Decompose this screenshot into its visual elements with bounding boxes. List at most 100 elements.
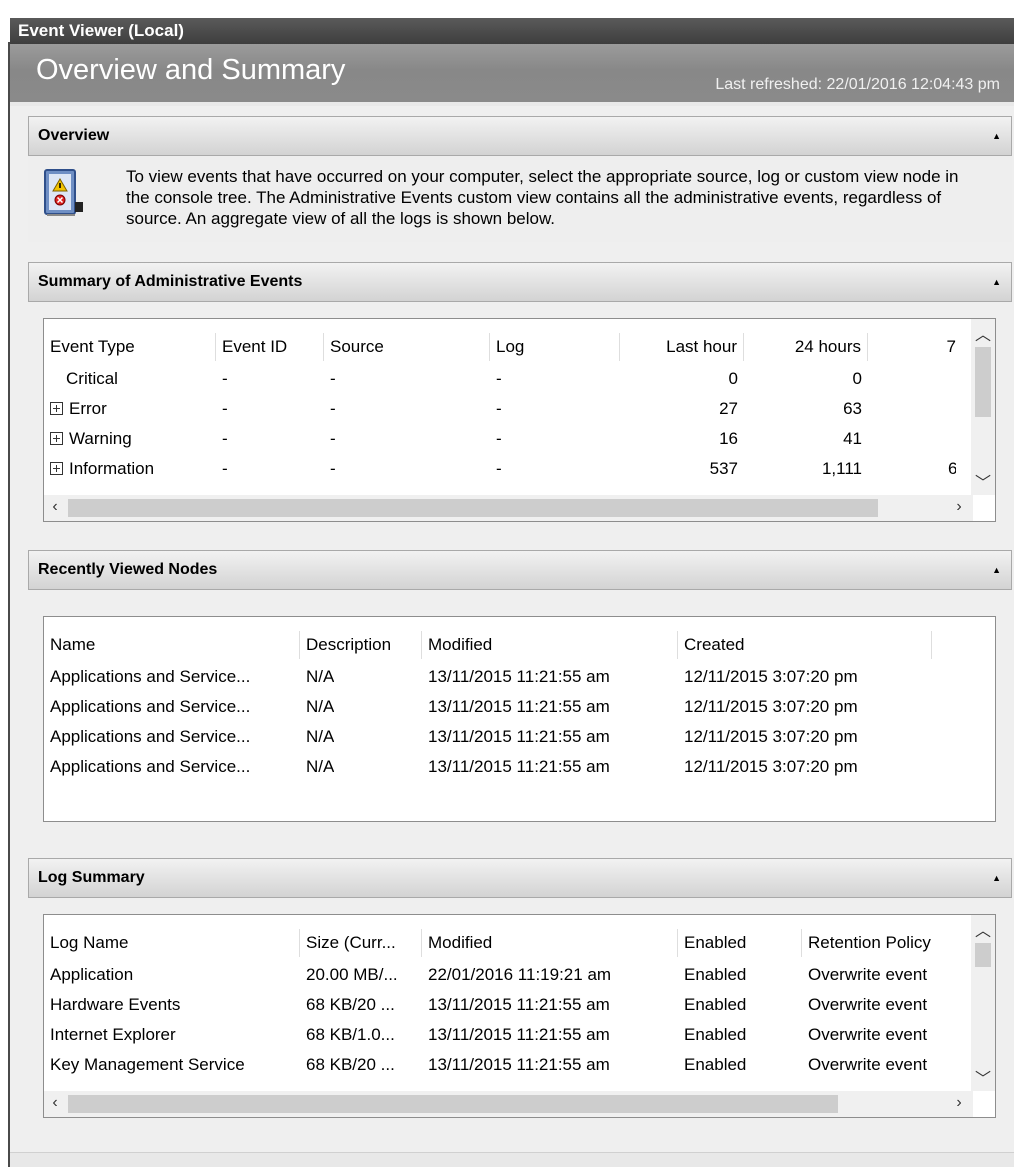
- scroll-down-arrow-icon[interactable]: ﹀: [972, 469, 994, 493]
- scrollbar-thumb[interactable]: [68, 1095, 838, 1113]
- event-id-cell: -: [222, 429, 228, 448]
- scroll-right-arrow-icon[interactable]: ›: [948, 498, 970, 516]
- plus-box-icon[interactable]: [50, 432, 63, 445]
- window-title: Event Viewer (Local): [10, 18, 1014, 44]
- modified-cell: 13/11/2015 11:21:55 am: [428, 727, 610, 746]
- scroll-up-arrow-icon[interactable]: ︿: [972, 917, 994, 941]
- admin-summary-section-label: Summary of Administrative Events: [38, 273, 303, 290]
- last-hour-cell: 27: [719, 399, 738, 418]
- scroll-left-arrow-icon[interactable]: ‹: [44, 498, 66, 516]
- event-id-cell: -: [222, 399, 228, 418]
- overview-section-label: Overview: [38, 127, 110, 144]
- modified-cell: 13/11/2015 11:21:55 am: [428, 1025, 610, 1044]
- admin-summary-table[interactable]: Event Type Event ID Source Log Last hour…: [43, 318, 996, 522]
- column-header-7-days[interactable]: 7: [868, 333, 964, 361]
- column-header-source[interactable]: Source: [324, 333, 490, 361]
- column-header-enabled[interactable]: Enabled: [678, 929, 802, 957]
- log-name-cell: Application: [50, 965, 134, 984]
- modified-cell: 13/11/2015 11:21:55 am: [428, 697, 610, 716]
- column-header-size[interactable]: Size (Curr...: [300, 929, 422, 957]
- plus-box-icon[interactable]: [50, 402, 63, 415]
- main-content[interactable]: Overview ▲ To view events that have occu…: [10, 106, 1014, 1167]
- enabled-cell: Enabled: [684, 965, 747, 984]
- log-summary-section-label: Log Summary: [38, 869, 145, 886]
- modified-cell: 13/11/2015 11:21:55 am: [428, 1055, 610, 1074]
- column-header-modified[interactable]: Modified: [422, 631, 678, 659]
- scrollbar-thumb[interactable]: [68, 499, 878, 517]
- column-header-log[interactable]: Log: [490, 333, 620, 361]
- 24-hours-cell: 41: [843, 429, 862, 448]
- log-summary-section-header[interactable]: Log Summary ▲: [28, 858, 1012, 898]
- column-header-event-id[interactable]: Event ID: [216, 333, 324, 361]
- modified-cell: 13/11/2015 11:21:55 am: [428, 995, 610, 1014]
- created-cell: 12/11/2015 3:07:20 pm: [684, 697, 858, 716]
- size-cell: 68 KB/1.0...: [306, 1025, 395, 1044]
- column-header-last-hour[interactable]: Last hour: [620, 333, 744, 361]
- enabled-cell: Enabled: [684, 1055, 747, 1074]
- page-title: Overview and Summary: [36, 54, 346, 86]
- 24-hours-cell: 63: [843, 399, 862, 418]
- vertical-scrollbar[interactable]: ︿ ﹀: [971, 915, 995, 1091]
- log-summary-table[interactable]: Log Name Size (Curr... Modified Enabled …: [43, 914, 996, 1118]
- source-cell: -: [330, 459, 336, 478]
- modified-cell: 13/11/2015 11:21:55 am: [428, 757, 610, 776]
- scroll-right-arrow-icon[interactable]: ›: [948, 1094, 970, 1112]
- retention-cell: Overwrite event: [808, 1025, 928, 1044]
- column-header-log-name[interactable]: Log Name: [44, 929, 300, 957]
- overview-description: To view events that have occurred on you…: [126, 167, 959, 228]
- column-header-created[interactable]: Created: [678, 631, 932, 659]
- recent-nodes-section-header[interactable]: Recently Viewed Nodes ▲: [28, 550, 1012, 590]
- scroll-up-arrow-icon[interactable]: ︿: [972, 321, 994, 345]
- modified-cell: 22/01/2016 11:19:21 am: [428, 965, 612, 984]
- 7-days-cell: 6: [948, 459, 956, 478]
- event-id-cell: -: [222, 459, 228, 478]
- horizontal-scrollbar[interactable]: ‹ ›: [44, 495, 973, 521]
- collapse-up-icon[interactable]: ▲: [992, 551, 1001, 589]
- retention-cell: Overwrite event: [808, 1055, 928, 1074]
- plus-box-icon[interactable]: [50, 462, 63, 475]
- name-cell: Applications and Service...: [50, 667, 251, 686]
- column-header-modified[interactable]: Modified: [422, 929, 678, 957]
- last-hour-cell: 16: [719, 429, 738, 448]
- left-border: [8, 42, 10, 1167]
- event-log-book-icon: [44, 169, 83, 216]
- description-cell: N/A: [306, 757, 335, 776]
- column-header-retention-policy[interactable]: Retention Policy: [802, 929, 966, 957]
- scroll-down-arrow-icon[interactable]: ﹀: [972, 1065, 994, 1089]
- collapse-up-icon[interactable]: ▲: [992, 263, 1001, 301]
- recent-nodes-table[interactable]: Name Description Modified Created Applic…: [43, 616, 996, 822]
- created-cell: 12/11/2015 3:07:20 pm: [684, 757, 858, 776]
- description-cell: N/A: [306, 727, 335, 746]
- scroll-left-arrow-icon[interactable]: ‹: [44, 1094, 66, 1112]
- name-cell: Applications and Service...: [50, 757, 251, 776]
- summary-header: Overview and Summary Last refreshed: 22/…: [10, 44, 1014, 106]
- column-header-event-type[interactable]: Event Type: [44, 333, 216, 361]
- last-hour-cell: 0: [728, 369, 738, 388]
- modified-cell: 13/11/2015 11:21:55 am: [428, 667, 610, 686]
- horizontal-scrollbar[interactable]: ‹ ›: [44, 1091, 973, 1117]
- collapse-up-icon[interactable]: ▲: [992, 859, 1001, 897]
- vertical-scrollbar[interactable]: ︿ ﹀: [971, 319, 995, 495]
- recent-nodes-section-label: Recently Viewed Nodes: [38, 561, 218, 578]
- event-viewer-window: Event Viewer (Local) Overview and Summar…: [0, 0, 1014, 1167]
- last-refreshed-text: Last refreshed: 22/01/2016 12:04:43 pm: [715, 76, 1000, 93]
- overview-section-header[interactable]: Overview ▲: [28, 116, 1012, 156]
- bottom-strip: [10, 1152, 1014, 1167]
- column-header-name[interactable]: Name: [44, 631, 300, 659]
- admin-summary-section-header[interactable]: Summary of Administrative Events ▲: [28, 262, 1012, 302]
- log-cell: -: [496, 369, 502, 388]
- scrollbar-thumb[interactable]: [975, 347, 991, 417]
- log-name-cell: Hardware Events: [50, 995, 181, 1014]
- event-type-cell: Error: [69, 399, 107, 418]
- log-cell: -: [496, 399, 502, 418]
- collapse-up-icon[interactable]: ▲: [992, 117, 1001, 155]
- log-cell: -: [496, 429, 502, 448]
- event-type-cell: Critical: [66, 369, 118, 388]
- log-cell: -: [496, 459, 502, 478]
- scrollbar-thumb[interactable]: [975, 943, 991, 967]
- size-cell: 68 KB/20 ...: [306, 995, 395, 1014]
- size-cell: 20.00 MB/...: [306, 965, 398, 984]
- column-header-24-hours[interactable]: 24 hours: [744, 333, 868, 361]
- column-header-description[interactable]: Description: [300, 631, 422, 659]
- name-cell: Applications and Service...: [50, 697, 251, 716]
